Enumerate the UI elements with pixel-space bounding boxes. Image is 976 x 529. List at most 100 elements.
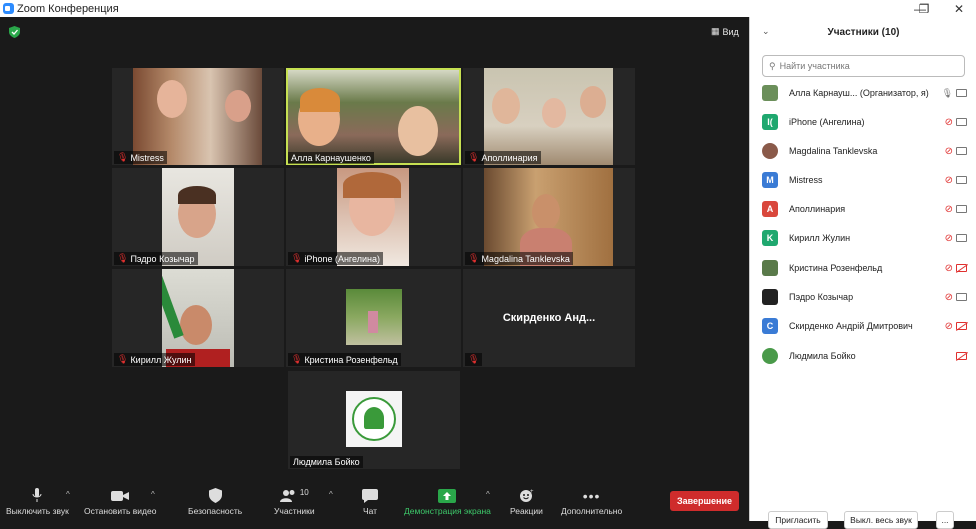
share-options-chevron-icon[interactable]: ^ — [486, 490, 490, 499]
mic-muted-icon[interactable]: ⊘ — [945, 292, 953, 303]
video-camera-icon — [111, 487, 130, 504]
participants-button[interactable]: 10 Участники — [274, 487, 315, 516]
search-icon: ⚲ — [769, 60, 776, 71]
audio-options-chevron-icon[interactable]: ^ — [66, 490, 70, 499]
invite-button[interactable]: Пригласить — [768, 511, 828, 529]
video-tile[interactable]: Скирденко Анд... 🎙 — [463, 269, 635, 367]
chat-icon — [362, 487, 378, 504]
tile-name-label: 🎙 Mistress — [114, 151, 167, 164]
shield-icon — [208, 487, 222, 504]
video-camera-icon[interactable] — [956, 89, 967, 97]
video-tile[interactable]: 🎙 Пэдро Козычар — [112, 168, 284, 266]
close-icon[interactable]: ✕ — [945, 0, 973, 17]
video-camera-icon[interactable] — [956, 176, 967, 184]
video-camera-icon[interactable] — [956, 234, 967, 242]
mic-muted-icon: 🎙 — [468, 152, 480, 162]
tile-name-label: 🎙 Кирилл Жулин — [114, 353, 195, 366]
share-screen-button[interactable]: Демонстрация экрана — [404, 487, 491, 516]
video-tile[interactable]: 🎙 Кристина Розенфельд — [286, 269, 461, 367]
participant-row[interactable]: Алла Карнауш... (Организатор, я) 🎙 — [762, 83, 967, 103]
avatar: C — [762, 318, 778, 334]
mute-all-button[interactable]: Выкл. весь звук — [844, 511, 918, 529]
shield-icon[interactable] — [9, 26, 20, 38]
participants-icon: 10 — [279, 487, 309, 504]
video-camera-icon[interactable] — [956, 293, 967, 301]
avatar — [762, 260, 778, 276]
mic-muted-icon: 🎙 — [117, 152, 129, 162]
mic-muted-icon[interactable]: ⊘ — [945, 175, 953, 186]
smiley-icon: + — [519, 487, 534, 504]
avatar — [762, 348, 778, 364]
participant-row[interactable]: Кристина Розенфельд ⊘ — [762, 258, 967, 278]
mic-muted-icon[interactable]: ⊘ — [945, 263, 953, 274]
end-meeting-button[interactable]: Завершение — [670, 491, 739, 511]
mic-muted-icon[interactable]: ⊘ — [945, 117, 953, 128]
participant-avatar — [346, 391, 402, 447]
microphone-icon[interactable]: 🎙 — [942, 88, 953, 99]
video-tile[interactable]: 🎙 Кирилл Жулин — [112, 269, 284, 367]
video-tile[interactable]: 🎙 Аполлинария — [463, 68, 635, 165]
video-off-icon[interactable] — [956, 352, 967, 360]
reactions-button[interactable]: + Реакции — [510, 487, 543, 516]
security-button[interactable]: Безопасность — [188, 487, 242, 516]
video-tile-active-speaker[interactable]: Алла Карнаушенко — [286, 68, 461, 165]
participant-row[interactable]: C Скирденко Андрій Дмитрович ⊘ — [762, 316, 967, 336]
chat-button[interactable]: Чат — [362, 487, 378, 516]
participant-row[interactable]: M Mistress ⊘ — [762, 170, 967, 190]
mic-muted-icon[interactable]: ⊘ — [945, 321, 953, 332]
panel-title: Участники (10) — [827, 26, 900, 38]
participant-row[interactable]: Magdalina Tanklevska ⊘ — [762, 141, 967, 161]
mic-muted-icon[interactable]: ⊘ — [945, 204, 953, 215]
participant-avatar — [346, 289, 402, 345]
participant-row[interactable]: A Аполлинария ⊘ — [762, 199, 967, 219]
more-button[interactable]: ••• Дополнительно — [561, 487, 622, 517]
participant-row[interactable]: Пэдро Козычар ⊘ — [762, 287, 967, 307]
mic-muted-icon: 🎙 — [117, 253, 129, 263]
stop-video-button[interactable]: Остановить видео — [84, 487, 156, 516]
tile-name-label: 🎙 — [465, 353, 483, 366]
tile-name-label: Людмила Бойко — [290, 456, 363, 468]
share-screen-icon — [438, 487, 457, 504]
video-area: ▦ Вид 🎙 Mistress Алла Карнаушенко 🎙 Аполли… — [0, 17, 747, 521]
video-camera-icon[interactable] — [956, 118, 967, 126]
participant-row[interactable]: Людмила Бойко — [762, 346, 967, 366]
video-tile[interactable]: 🎙 Magdalina Tanklevska — [463, 168, 635, 266]
title-bar: Zoom Конференция — ❐ ✕ — [0, 0, 976, 17]
mic-muted-icon: 🎙 — [291, 354, 303, 364]
video-tile[interactable]: 🎙 Mistress — [112, 68, 284, 165]
window-title: Zoom Конференция — [17, 2, 119, 15]
avatar: I( — [762, 114, 778, 130]
participant-search-input[interactable]: ⚲ Найти участника — [762, 55, 965, 77]
ellipsis-icon: ••• — [582, 487, 601, 504]
video-tile[interactable]: 🎙 iPhone (Ангелина) — [286, 168, 461, 266]
view-button[interactable]: ▦ Вид — [711, 26, 739, 37]
mic-muted-icon: 🎙 — [117, 354, 129, 364]
panel-more-button[interactable]: ... — [936, 511, 954, 529]
restore-icon[interactable]: ❐ — [910, 0, 938, 17]
participants-options-chevron-icon[interactable]: ^ — [329, 490, 333, 499]
video-camera-icon[interactable] — [956, 205, 967, 213]
mic-muted-icon: 🎙 — [468, 253, 480, 263]
microphone-icon — [32, 487, 42, 504]
mic-muted-icon: 🎙 — [291, 253, 303, 263]
video-off-icon[interactable] — [956, 322, 967, 330]
grid-icon: ▦ — [711, 26, 720, 36]
avatar — [762, 85, 778, 101]
tile-name-label: 🎙 Аполлинария — [465, 151, 541, 164]
mute-button[interactable]: Выключить звук — [6, 487, 69, 516]
avatar — [762, 289, 778, 305]
video-tile[interactable]: Людмила Бойко — [288, 371, 460, 469]
mic-muted-icon[interactable]: ⊘ — [945, 233, 953, 244]
tile-name-label: 🎙 Magdalina Tanklevska — [465, 252, 573, 265]
mic-muted-icon: 🎙 — [468, 354, 480, 364]
avatar: K — [762, 230, 778, 246]
mic-muted-icon[interactable]: ⊘ — [945, 146, 953, 157]
participant-row[interactable]: I( iPhone (Ангелина) ⊘ — [762, 112, 967, 132]
tile-name-label: 🎙 Пэдро Козычар — [114, 252, 198, 265]
video-options-chevron-icon[interactable]: ^ — [151, 490, 155, 499]
tile-name-label: Алла Карнаушенко — [288, 152, 374, 164]
participant-row[interactable]: K Кирилл Жулин ⊘ — [762, 228, 967, 248]
video-off-icon[interactable] — [956, 264, 967, 272]
video-camera-icon[interactable] — [956, 147, 967, 155]
svg-text:+: + — [530, 489, 534, 495]
